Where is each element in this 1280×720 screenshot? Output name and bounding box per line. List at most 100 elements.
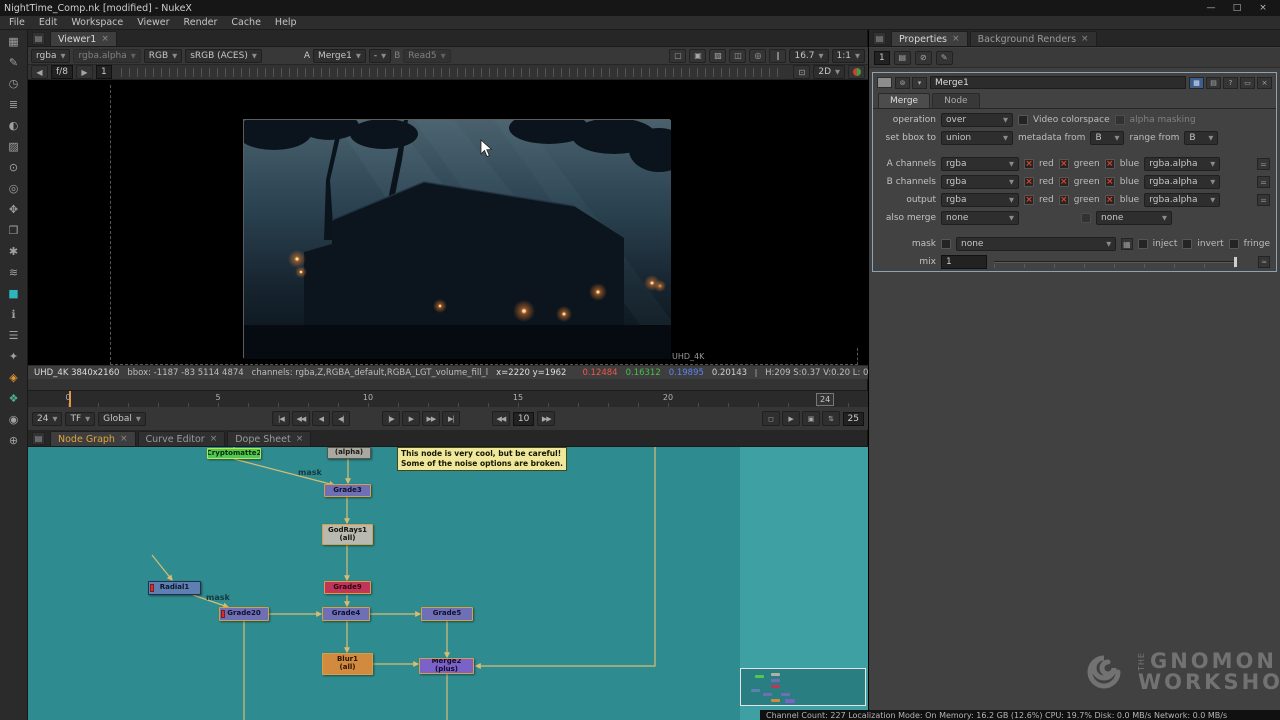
3d-icon[interactable]: ❐: [5, 222, 23, 239]
wipe-mode-dropdown[interactable]: -▼: [369, 49, 391, 63]
tab-curve-editor[interactable]: Curve Editor ×: [138, 431, 226, 446]
node-graph-minimap[interactable]: [740, 668, 866, 706]
node-header-button[interactable]: ⊚: [895, 77, 910, 89]
range-from-dropdown[interactable]: B▼: [1184, 131, 1218, 145]
also-merge-dropdown-2[interactable]: none▼: [1096, 211, 1172, 225]
node-merge2[interactable]: Merge2 (plus): [419, 658, 474, 674]
tab-close-icon[interactable]: ×: [120, 434, 128, 444]
b-input-dropdown[interactable]: Read5▼: [403, 49, 450, 63]
node-header-button[interactable]: ▾: [912, 77, 927, 89]
image-icon[interactable]: ▦: [5, 33, 23, 50]
transport-button[interactable]: ▶▶: [422, 411, 440, 426]
tab-close-icon[interactable]: ×: [952, 34, 960, 44]
plugin-a-icon[interactable]: ◈: [5, 369, 23, 386]
node-cryptomatte2[interactable]: Cryptomatte2: [207, 448, 261, 459]
keyer-icon[interactable]: ⊙: [5, 159, 23, 176]
node-radial1[interactable]: Radial1: [148, 581, 201, 595]
zoom-dropdown[interactable]: 1:1▼: [832, 49, 865, 63]
node-godrays1[interactable]: GodRays1 (all): [322, 524, 373, 545]
plugin-d-icon[interactable]: ⊕: [5, 432, 23, 449]
view-mode-dropdown[interactable]: 2D▼: [813, 65, 845, 79]
operation-dropdown[interactable]: over▼: [941, 113, 1013, 127]
set-bbox-dropdown[interactable]: union▼: [941, 131, 1013, 145]
mix-animation-button[interactable]: ≈: [1258, 256, 1270, 268]
node-grade5[interactable]: Grade5: [421, 607, 473, 621]
also-merge-dropdown[interactable]: none▼: [941, 211, 1019, 225]
time-icon[interactable]: ◷: [5, 75, 23, 92]
fstop-field[interactable]: f/8: [51, 65, 73, 79]
prev-view-button[interactable]: ◀: [31, 65, 48, 79]
node-grade20[interactable]: Grade20: [219, 607, 269, 621]
transport-option-button[interactable]: ▣: [802, 411, 820, 426]
tab-dope-sheet[interactable]: Dope Sheet ×: [227, 431, 311, 446]
mask-channel-button[interactable]: ▦: [1121, 238, 1132, 250]
transport-button[interactable]: ◀◀: [292, 411, 310, 426]
views-icon[interactable]: ■: [5, 285, 23, 302]
tab-background-renders[interactable]: Background Renders ×: [970, 31, 1097, 46]
a-green-checkbox[interactable]: ×: [1059, 159, 1069, 169]
step-forward-button[interactable]: ▶▶: [537, 411, 555, 426]
a-channel-link-button[interactable]: =: [1257, 158, 1270, 170]
transport-option-button[interactable]: ◻: [762, 411, 780, 426]
display-channel-dropdown[interactable]: RGB▼: [144, 49, 182, 63]
menu-help[interactable]: Help: [268, 16, 304, 29]
filter-icon[interactable]: ▨: [5, 138, 23, 155]
menu-edit[interactable]: Edit: [32, 16, 64, 29]
node-header-button[interactable]: ×: [1257, 77, 1272, 89]
transport-button[interactable]: ▶: [402, 411, 420, 426]
node-color-swatch[interactable]: [877, 77, 892, 88]
b-channels-dropdown[interactable]: rgba▼: [941, 175, 1019, 189]
node-header-button[interactable]: ▭: [1240, 77, 1255, 89]
inject-checkbox[interactable]: ×: [1138, 239, 1148, 249]
fps-dropdown[interactable]: 24▼: [32, 412, 62, 426]
menu-cache[interactable]: Cache: [224, 16, 268, 29]
alpha-masking-checkbox[interactable]: ×: [1115, 115, 1125, 125]
node-header-button[interactable]: ▦: [1189, 77, 1204, 89]
alpha-layer-dropdown[interactable]: rgba.alpha▼: [73, 49, 140, 63]
tab-close-icon[interactable]: ×: [210, 434, 218, 444]
output-blue-checkbox[interactable]: ×: [1105, 195, 1115, 205]
tab-viewer1[interactable]: Viewer1 ×: [50, 31, 117, 46]
panel-menu-icon[interactable]: ▤: [32, 32, 45, 45]
gain-dropdown[interactable]: 16.7▼: [789, 49, 828, 63]
node-grade9[interactable]: Grade9: [324, 581, 371, 594]
a-channels-dropdown[interactable]: rgba▼: [941, 157, 1019, 171]
a-input-dropdown[interactable]: Merge1▼: [313, 49, 366, 63]
menu-viewer[interactable]: Viewer: [130, 16, 176, 29]
draw-icon[interactable]: ✎: [5, 54, 23, 71]
mix-field[interactable]: 1: [941, 255, 987, 269]
output-green-checkbox[interactable]: ×: [1059, 195, 1069, 205]
mix-slider-handle[interactable]: [1234, 257, 1237, 267]
tab-close-icon[interactable]: ×: [296, 434, 304, 444]
transport-button[interactable]: |▶: [382, 411, 400, 426]
b-channel-link-button[interactable]: =: [1257, 176, 1270, 188]
transport-option-button[interactable]: ⇅: [822, 411, 840, 426]
viewer-display-button[interactable]: ▨: [709, 49, 726, 63]
frame-step-field[interactable]: 10: [513, 412, 534, 426]
menu-file[interactable]: File: [2, 16, 32, 29]
node-blur1[interactable]: Blur1 (all): [322, 653, 373, 675]
invert-checkbox[interactable]: ×: [1182, 239, 1192, 249]
tab-merge[interactable]: Merge: [878, 93, 930, 108]
metadata-icon[interactable]: ℹ: [5, 306, 23, 323]
panel-stack-count[interactable]: 1: [874, 51, 890, 65]
color-sample-button[interactable]: [848, 65, 865, 79]
b-blue-checkbox[interactable]: ×: [1105, 177, 1115, 187]
timeline-ruler[interactable]: 24 05101520: [28, 390, 868, 407]
transport-button[interactable]: ▶|: [442, 411, 460, 426]
color-icon[interactable]: ◐: [5, 117, 23, 134]
transport-option-button[interactable]: ▶: [782, 411, 800, 426]
tab-close-icon[interactable]: ×: [1081, 34, 1089, 44]
layer-dropdown[interactable]: rgba▼: [31, 49, 70, 63]
output-dropdown[interactable]: rgba▼: [941, 193, 1019, 207]
output-red-checkbox[interactable]: ×: [1024, 195, 1034, 205]
colorspace-dropdown[interactable]: sRGB (ACES)▼: [185, 49, 262, 63]
menu-render[interactable]: Render: [177, 16, 225, 29]
deep-icon[interactable]: ≋: [5, 264, 23, 281]
last-frame-field[interactable]: 25: [843, 412, 864, 426]
transport-button[interactable]: ◀|: [332, 411, 350, 426]
node-[interactable]: (alpha): [327, 447, 371, 459]
tab-node-graph[interactable]: Node Graph ×: [50, 431, 136, 446]
metadata-from-dropdown[interactable]: B▼: [1090, 131, 1124, 145]
node-header-button[interactable]: ▤: [1206, 77, 1221, 89]
